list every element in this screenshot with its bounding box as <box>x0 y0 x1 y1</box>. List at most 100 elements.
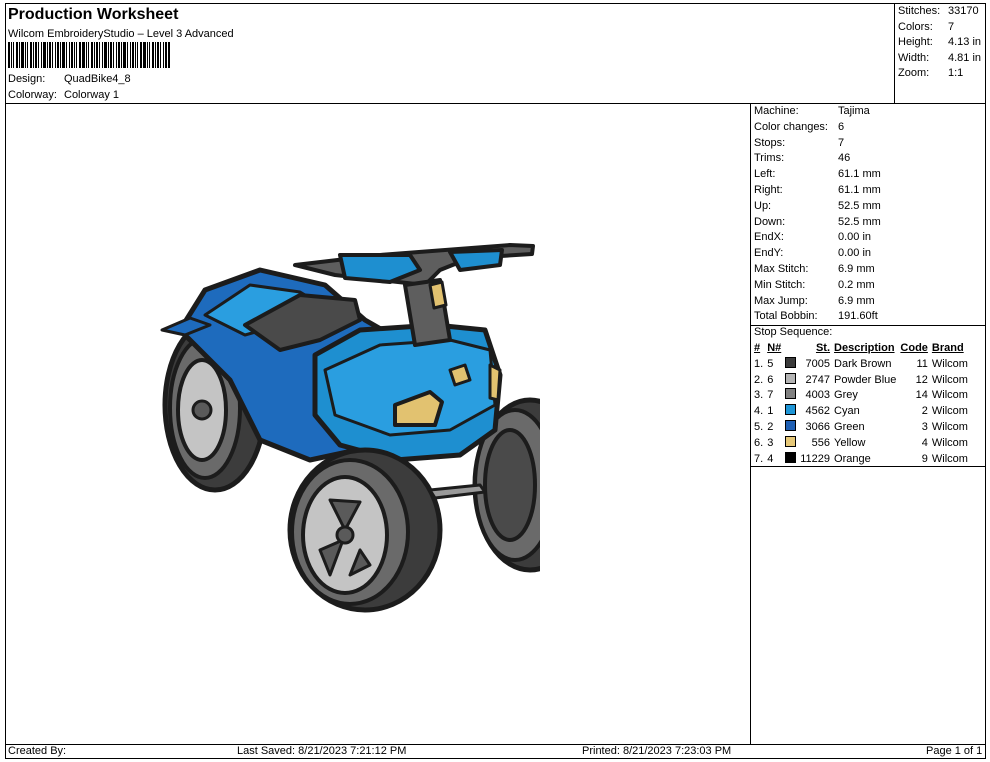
thread-code: 3 <box>921 420 928 433</box>
thread-description: Yellow <box>834 436 866 449</box>
stat-row: Total Bobbin: 191.60ft <box>754 309 881 325</box>
printed-date: Printed: 8/21/2023 7:23:03 PM <box>582 745 732 757</box>
side-panel-divider <box>750 103 751 744</box>
color-swatch <box>783 356 798 373</box>
stitch-count: 4003 <box>805 389 831 402</box>
stat-value: 61.1 mm <box>838 168 881 181</box>
stitches-value: 33170 <box>948 5 979 17</box>
header-code: Code <box>900 342 928 354</box>
stat-label: Min Stitch: <box>754 278 806 291</box>
zoom-value: 1:1 <box>948 67 964 80</box>
needle-num: 3 <box>767 436 774 449</box>
stitches-label: Stitches: <box>898 5 941 17</box>
stop-num: 7. <box>754 452 764 465</box>
footer-divider <box>5 744 986 745</box>
stat-row: EndX: 0.00 in <box>754 230 881 246</box>
color-swatch <box>783 404 798 420</box>
color-swatch <box>783 451 798 468</box>
summary-divider <box>894 3 895 103</box>
stat-value: 0.00 in <box>838 247 872 260</box>
page-title: Production Worksheet <box>8 6 179 23</box>
stat-label: Color changes: <box>754 120 828 133</box>
stop-table-header: # N# St. Description Code Brand <box>752 341 970 357</box>
stop-num: 4. <box>754 405 764 418</box>
stop-row: 5. 2 3066 Green 3 Wilcom <box>752 419 970 436</box>
stop-sequence-table: # N# St. Description Code Brand 1. 5 7005 D… <box>752 341 970 467</box>
color-swatch-icon <box>785 451 797 463</box>
colorway-value: Colorway 1 <box>64 89 120 101</box>
design-value: QuadBike4_8 <box>64 73 131 85</box>
header-brand: Brand <box>931 342 964 354</box>
design-label: Design: <box>8 73 46 85</box>
stat-row: Machine: Tajima <box>754 104 881 120</box>
header-n: N# <box>767 342 782 354</box>
stat-label: Stops: <box>754 136 786 149</box>
design-preview-image <box>160 243 540 613</box>
stat-label: Max Jump: <box>754 294 808 307</box>
colorway-row: Colorway: Colorway 1 <box>8 89 119 101</box>
needle-num: 2 <box>767 420 774 433</box>
width-label: Width: <box>898 51 930 64</box>
stat-value: 7 <box>838 136 845 149</box>
color-swatch-icon <box>785 356 797 368</box>
machine-stats: Machine: Tajima Color changes: 6 Stops: 7 Trim… <box>754 104 881 325</box>
stop-row: 6. 3 556 Yellow 4 Wilcom <box>752 435 970 452</box>
page-number: Page 1 of 1 <box>926 745 983 757</box>
color-swatch-icon <box>785 372 797 384</box>
thread-description: Grey <box>834 389 858 402</box>
stat-label: Down: <box>754 215 786 228</box>
stat-row: Stops: 7 <box>754 136 881 152</box>
thread-description: Cyan <box>834 405 860 418</box>
colors-value: 7 <box>948 20 955 33</box>
stop-row: 2. 6 2747 Powder Blue 12 Wilcom <box>752 372 970 389</box>
header-num: # <box>754 342 761 354</box>
needle-num: 5 <box>767 357 774 370</box>
stat-value: 46 <box>838 152 851 165</box>
thread-description: Orange <box>834 452 871 465</box>
stitch-count: 2747 <box>805 373 831 386</box>
thread-code: 2 <box>921 405 928 418</box>
stat-value: 191.60ft <box>838 310 878 323</box>
header-st: St. <box>815 342 831 354</box>
stat-row: Up: 52.5 mm <box>754 199 881 215</box>
width-value: 4.81 in <box>948 51 982 64</box>
height-value: 4.13 in <box>948 36 982 49</box>
stop-row: 7. 4 11229 Orange 9 Wilcom <box>752 451 970 468</box>
color-swatch <box>783 388 798 404</box>
zoom-label: Zoom: <box>898 67 930 80</box>
header-swatch <box>783 341 798 357</box>
stat-label: Up: <box>754 199 772 212</box>
stop-num: 6. <box>754 436 764 449</box>
stop-num: 3. <box>754 389 764 402</box>
needle-num: 6 <box>767 373 774 386</box>
stat-value: 52.5 mm <box>838 199 881 212</box>
header-desc: Description <box>834 342 895 354</box>
stat-value: 52.5 mm <box>838 215 881 228</box>
thread-description: Powder Blue <box>834 373 897 386</box>
stitch-count: 556 <box>811 436 831 449</box>
colorway-label: Colorway: <box>8 89 57 101</box>
thread-description: Green <box>834 420 865 433</box>
stop-num: 1. <box>754 357 764 370</box>
stitch-count: 11229 <box>800 452 831 465</box>
needle-num: 1 <box>767 405 774 418</box>
colors-label: Colors: <box>898 20 933 33</box>
stat-row: Max Jump: 6.9 mm <box>754 294 881 310</box>
last-saved: Last Saved: 8/21/2023 7:21:12 PM <box>237 745 407 757</box>
stat-value: 6 <box>838 120 845 133</box>
stat-label: EndX: <box>754 231 784 244</box>
thread-description: Dark Brown <box>834 357 892 370</box>
stat-label: Max Stitch: <box>754 262 809 275</box>
barcode-icon <box>8 42 170 68</box>
software-name: Wilcom EmbroideryStudio – Level 3 Advanc… <box>8 28 234 40</box>
needle-num: 7 <box>767 389 774 402</box>
thread-brand: Wilcom <box>931 405 968 418</box>
stitch-count: 3066 <box>805 420 831 433</box>
color-swatch <box>783 419 798 436</box>
stat-value: 6.9 mm <box>838 294 875 307</box>
thread-brand: Wilcom <box>931 389 968 402</box>
color-swatch <box>783 372 798 389</box>
design-row: Design: QuadBike4_8 <box>8 73 131 85</box>
stat-value: 0.2 mm <box>838 278 875 291</box>
thread-brand: Wilcom <box>931 436 968 449</box>
